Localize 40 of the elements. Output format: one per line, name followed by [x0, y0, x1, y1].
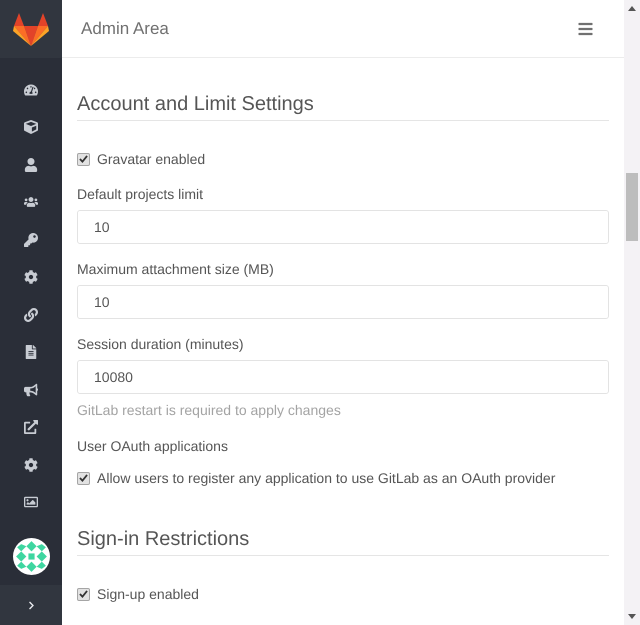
text-field[interactable]: 10: [77, 285, 609, 319]
document-icon[interactable]: [24, 345, 38, 360]
chevron-right-icon[interactable]: [26, 600, 36, 610]
scrollbar-thumb[interactable]: [626, 173, 638, 241]
avatar-icon[interactable]: [12, 538, 50, 575]
cube-icon[interactable]: [24, 120, 38, 134]
page-title: Admin Area: [81, 18, 169, 40]
user-icon[interactable]: [24, 158, 38, 172]
scroll-down-arrow-icon[interactable]: [628, 614, 636, 619]
settings-icon[interactable]: [24, 458, 38, 472]
chain-link-icon[interactable]: [24, 308, 38, 322]
help-text: GitLab restart is required to apply changes: [77, 401, 342, 420]
section-heading: Account and Limit Settings: [77, 90, 609, 121]
gauge-icon[interactable]: [24, 82, 38, 97]
text-field[interactable]: 10080: [77, 360, 609, 394]
section-heading: Sign-in Restrictions: [77, 525, 609, 556]
checkbox-label: Gravatar enabled: [97, 150, 206, 168]
menu-icon[interactable]: [577, 20, 594, 36]
checkbox-label: Sign-up enabled: [97, 584, 199, 604]
checkmark-icon: [79, 155, 88, 163]
users-icon[interactable]: [24, 195, 38, 210]
settings-icon[interactable]: [24, 270, 38, 284]
key-icon[interactable]: [24, 232, 38, 247]
checkmark-icon: [79, 474, 88, 482]
field-label: Default projects limit: [77, 185, 204, 204]
group-label: User OAuth applications: [77, 437, 229, 456]
checkbox[interactable]: [77, 472, 90, 484]
checkmark-icon: [79, 590, 88, 598]
text-field[interactable]: 10: [77, 210, 609, 244]
scroll-up-arrow-icon[interactable]: [628, 6, 636, 11]
checkbox[interactable]: [77, 588, 90, 600]
field-label: Maximum attachment size (MB): [77, 260, 275, 279]
logo-icon[interactable]: [13, 12, 49, 46]
checkbox-label: Allow users to register any application to use GitLab as an OAuth provider: [97, 468, 556, 488]
field-label: Session duration (minutes): [77, 335, 245, 354]
image-icon[interactable]: [24, 495, 38, 510]
scrollbar[interactable]: [624, 0, 640, 625]
megaphone-icon[interactable]: [24, 382, 38, 397]
external-link-icon[interactable]: [24, 420, 38, 434]
checkbox[interactable]: [77, 152, 90, 166]
